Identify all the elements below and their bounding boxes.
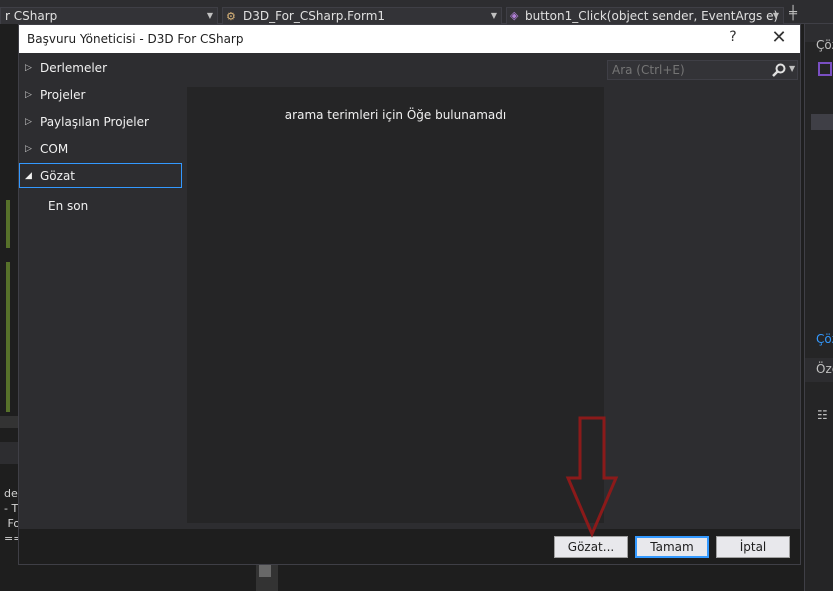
change-indicator [6, 262, 10, 412]
class-combo[interactable]: ⚙ D3D_For_CSharp.Form1 ▼ [222, 7, 502, 25]
dialog-button-bar: Gözat... Tamam İptal [19, 529, 800, 564]
help-button[interactable]: ? [721, 29, 745, 49]
tree-item-label: COM [40, 142, 69, 156]
chevron-down-icon: ▼ [206, 11, 213, 20]
tree-item-com[interactable]: ▷ COM [19, 137, 182, 162]
chevron-right-icon: ▷ [25, 90, 32, 100]
ok-button[interactable]: Tamam [635, 536, 709, 558]
categorized-icon[interactable]: ☷ [817, 408, 828, 422]
solution-explorer-title[interactable]: Çöz [816, 38, 833, 52]
member-combo[interactable]: ◈ button1_Click(object sender, EventArgs… [506, 7, 784, 25]
scroll-region [0, 416, 18, 428]
annotation-arrow-icon [565, 416, 619, 538]
class-icon: ⚙ [226, 10, 236, 23]
panel-header [0, 442, 18, 464]
scrollbar-thumb[interactable] [259, 565, 271, 577]
reference-list[interactable]: arama terimleri için Öğe bulunamadı [187, 87, 604, 523]
class-combo-label: D3D_For_CSharp.Form1 [243, 9, 386, 23]
project-combo[interactable]: r CSharp ▼ [0, 7, 218, 25]
tree-item-shared-projects[interactable]: ▷ Paylaşılan Projeler [19, 110, 182, 135]
solution-explorer-tab[interactable]: Çöz [816, 332, 833, 346]
empty-results-message: arama terimleri için Öğe bulunamadı [284, 108, 507, 122]
editor-bottom-area [0, 564, 804, 591]
tree-item-projects[interactable]: ▷ Projeler [19, 83, 182, 108]
editor-gutter: de - T Fo === [0, 24, 32, 591]
search-box[interactable]: ▼ [607, 60, 798, 80]
solution-explorer-strip: Çöz Çöz Öze ☷ [804, 24, 833, 591]
tree-item-browse[interactable]: ◢ Gözat [19, 163, 182, 188]
tree-item-label: Projeler [40, 88, 86, 102]
project-combo-label: r CSharp [5, 9, 58, 23]
search-icon[interactable] [771, 62, 787, 78]
chevron-down-icon: ▼ [772, 11, 779, 20]
tree-item-label: Gözat [40, 169, 75, 183]
chevron-down-icon: ▼ [490, 11, 497, 20]
reference-manager-dialog: Başvuru Yöneticisi - D3D For CSharp ? ✕ … [18, 24, 801, 565]
chevron-down-icon[interactable]: ▼ [789, 64, 795, 73]
change-indicator [6, 200, 10, 248]
cancel-button[interactable]: İptal [716, 536, 790, 558]
tree-item-label: En son [48, 199, 89, 213]
properties-title[interactable]: Öze [816, 362, 833, 376]
tree-item-assemblies[interactable]: ▷ Derlemeler [19, 56, 182, 81]
chevron-right-icon: ▷ [25, 144, 32, 154]
chevron-right-icon: ▷ [25, 63, 32, 73]
selected-row [811, 114, 833, 130]
dialog-titlebar: Başvuru Yöneticisi - D3D For CSharp ? ✕ [19, 25, 800, 53]
dialog-title: Başvuru Yöneticisi - D3D For CSharp [27, 32, 244, 46]
tree-item-recent[interactable]: En son [19, 194, 182, 219]
ide-navigation-bar: r CSharp ▼ ⚙ D3D_For_CSharp.Form1 ▼ ◈ bu… [0, 0, 833, 25]
close-button[interactable]: ✕ [767, 27, 791, 51]
search-input[interactable] [608, 61, 768, 79]
tree-item-label: Derlemeler [40, 61, 107, 75]
browse-button[interactable]: Gözat... [554, 536, 628, 558]
method-icon: ◈ [510, 9, 519, 22]
chevron-right-icon: ▷ [25, 117, 32, 127]
member-combo-label: button1_Click(object sender, EventArgs e… [525, 9, 779, 23]
chevron-down-icon: ◢ [25, 171, 32, 181]
vs-project-icon [818, 62, 832, 76]
tree-item-label: Paylaşılan Projeler [40, 115, 149, 129]
split-icon[interactable]: ╪ [786, 6, 800, 24]
scrollbar[interactable] [256, 564, 278, 591]
